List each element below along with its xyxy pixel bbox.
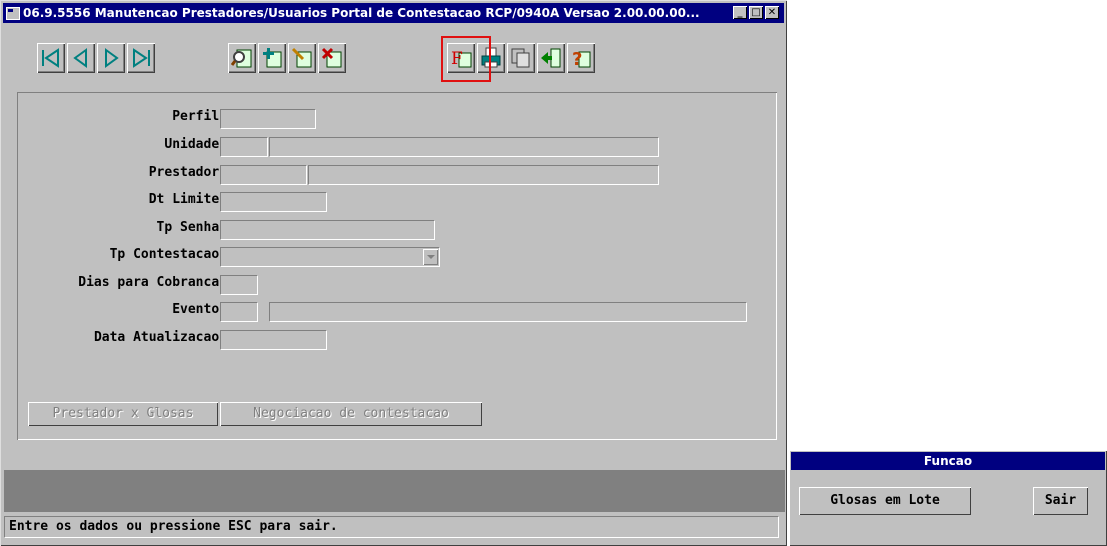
glosas-em-lote-button[interactable]: Glosas em Lote	[799, 487, 971, 515]
first-record-icon	[42, 48, 59, 68]
dt-limite-label: Dt Limite:	[148, 192, 227, 207]
close-icon: ✕	[767, 7, 777, 18]
unidade-name-field[interactable]	[269, 137, 659, 157]
previous-record-icon	[73, 48, 87, 68]
data-atualizacao-label: Data Atualizacao:	[93, 330, 227, 345]
exit-door-icon	[541, 48, 561, 68]
last-record-button[interactable]	[127, 43, 155, 73]
status-bar: Entre os dados ou pressione ESC para sai…	[4, 516, 779, 538]
message-area	[4, 470, 785, 512]
close-button[interactable]: ✕	[765, 6, 779, 19]
evento-code-field[interactable]	[220, 302, 258, 322]
form-panel: Perfil: Unidade: Prestador: Dt Limite: T…	[17, 92, 777, 440]
funcao-title: Funcao	[791, 452, 1105, 470]
tp-senha-field[interactable]	[220, 220, 435, 240]
minimize-icon: _	[737, 7, 743, 18]
delete-record-icon	[321, 47, 342, 68]
copy-button[interactable]	[507, 43, 535, 73]
tp-contestacao-label: Tp Contestacao:	[109, 247, 227, 262]
search-record-button[interactable]	[228, 43, 256, 73]
funcao-dialog: Funcao Glosas em Lote Sair	[789, 450, 1107, 546]
help-button[interactable]: ?	[567, 43, 595, 73]
exit-button[interactable]	[537, 43, 565, 73]
help-icon: ?	[572, 49, 591, 69]
dias-cobranca-field[interactable]	[220, 275, 258, 295]
first-record-button[interactable]	[37, 43, 65, 73]
next-record-icon	[105, 48, 119, 68]
maximize-icon: □	[751, 7, 761, 18]
previous-record-button[interactable]	[67, 43, 95, 73]
evento-name-field[interactable]	[269, 302, 747, 322]
perfil-label: Perfil:	[172, 109, 227, 124]
evento-label: Evento:	[172, 302, 227, 317]
last-record-icon	[133, 48, 150, 68]
unidade-code-field[interactable]	[220, 137, 268, 157]
data-atualizacao-field[interactable]	[220, 330, 327, 350]
prestador-label: Prestador:	[148, 165, 227, 180]
dt-limite-field[interactable]	[220, 192, 327, 212]
prestador-glosas-button[interactable]: Prestador x Glosas	[28, 402, 218, 426]
tp-contestacao-select[interactable]	[220, 247, 440, 267]
delete-record-button[interactable]	[318, 43, 346, 73]
copy-icon	[511, 48, 530, 68]
add-record-button[interactable]	[258, 43, 286, 73]
prestador-name-field[interactable]	[308, 165, 659, 185]
unidade-label: Unidade:	[164, 137, 227, 152]
main-window: 06.9.5556 Manutencao Prestadores/Usuario…	[0, 0, 787, 546]
app-icon	[6, 7, 20, 20]
title-bar[interactable]: 06.9.5556 Manutencao Prestadores/Usuario…	[3, 3, 784, 23]
minimize-button[interactable]: _	[733, 6, 747, 19]
chevron-down-icon[interactable]	[423, 249, 438, 265]
svg-text:?: ?	[572, 49, 582, 69]
prestador-code-field[interactable]	[220, 165, 307, 185]
window-title: 06.9.5556 Manutencao Prestadores/Usuario…	[23, 6, 700, 20]
add-record-icon	[263, 48, 282, 68]
negociacao-contestacao-button[interactable]: Negociacao de contestacao	[220, 402, 482, 426]
highlight-frame	[441, 36, 491, 82]
edit-record-icon	[291, 47, 312, 68]
maximize-button[interactable]: □	[749, 6, 763, 19]
search-record-icon	[231, 49, 252, 68]
sair-button[interactable]: Sair	[1033, 487, 1088, 515]
perfil-field[interactable]	[220, 109, 316, 129]
next-record-button[interactable]	[97, 43, 125, 73]
dias-cobranca-label: Dias para Cobranca:	[78, 275, 227, 290]
tp-senha-label: Tp Senha:	[156, 220, 227, 235]
edit-record-button[interactable]	[288, 43, 316, 73]
toolbar: F ?	[17, 36, 777, 88]
